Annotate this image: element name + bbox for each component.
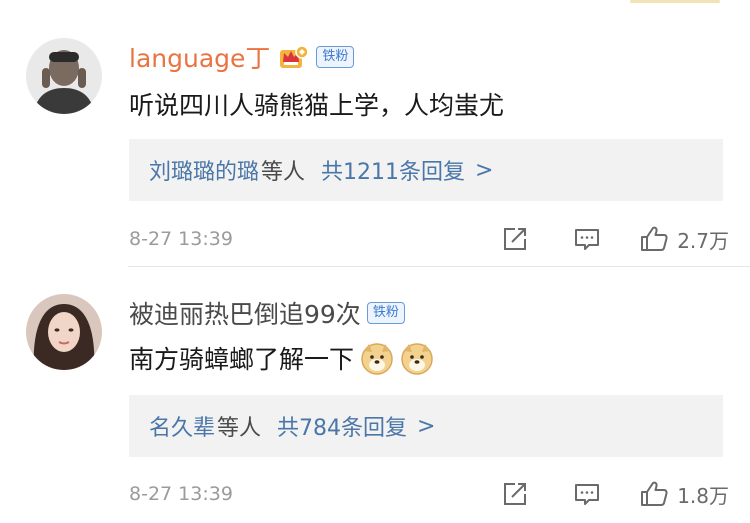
share-icon <box>504 228 527 250</box>
comment-actions: 2.7万 <box>501 219 729 259</box>
name-row: 被迪丽热巴倒追99次 铁粉 <box>129 296 405 330</box>
replies-summary[interactable]: 名久辈 等人 共784条回复 > <box>129 395 723 457</box>
replies-summary[interactable]: 刘璐璐的璐 等人 共1211条回复 > <box>129 139 723 201</box>
comment-footer: 8-27 13:39 <box>129 219 729 259</box>
comment-item: 被迪丽热巴倒追99次 铁粉 南方骑蟑螂了解一下 名久辈 等人 共784条回复 > <box>0 268 750 523</box>
chevron-right-icon: > <box>417 413 436 439</box>
avatar[interactable] <box>26 294 102 370</box>
thumbs-up-icon <box>641 481 668 506</box>
share-button[interactable] <box>501 481 529 507</box>
username[interactable]: 被迪丽热巴倒追99次 <box>129 295 361 331</box>
share-icon <box>504 483 527 505</box>
reply-others-label: 等人 <box>261 160 306 185</box>
username[interactable]: language丁 <box>129 39 270 75</box>
share-button[interactable] <box>501 226 529 252</box>
doge-emoji-icon <box>401 343 433 375</box>
comment-footer: 8-27 13:39 <box>129 474 729 514</box>
comment-text-content: 听说四川人骑熊猫上学，人均蚩尤 <box>129 91 505 120</box>
crown-icon <box>280 45 310 68</box>
reply-button[interactable] <box>573 481 601 507</box>
timestamp: 8-27 13:39 <box>129 228 233 250</box>
avatar[interactable] <box>26 38 102 114</box>
timestamp: 8-27 13:39 <box>129 483 233 505</box>
reply-others-label: 等人 <box>217 416 262 441</box>
like-button[interactable]: 2.7万 <box>639 225 729 254</box>
thumbs-up-icon <box>641 226 668 251</box>
chevron-right-icon: > <box>475 157 494 183</box>
reply-count[interactable]: 共1211条回复 <box>321 154 465 186</box>
comment-icon <box>575 484 600 505</box>
doge-emoji-icon <box>361 343 393 375</box>
like-button[interactable]: 1.8万 <box>639 480 729 509</box>
like-count: 1.8万 <box>677 483 729 508</box>
divider <box>128 266 750 267</box>
fan-badge: 铁粉 <box>366 302 405 324</box>
reply-names[interactable]: 名久辈 <box>149 410 215 442</box>
reply-names[interactable]: 刘璐璐的璐 <box>149 154 259 186</box>
comment-item: language丁 铁粉 听说四川人骑熊猫上学，人均蚩尤 刘璐璐的璐 等人 共1… <box>0 0 750 266</box>
comment-text: 南方骑蟑螂了解一下 <box>129 338 434 378</box>
comment-text: 听说四川人骑熊猫上学，人均蚩尤 <box>129 86 504 122</box>
reply-button[interactable] <box>573 226 601 252</box>
comment-icon <box>575 229 600 250</box>
like-count: 2.7万 <box>677 228 729 253</box>
fan-badge: 铁粉 <box>316 46 355 68</box>
reply-count[interactable]: 共784条回复 <box>277 410 407 442</box>
comment-actions: 1.8万 <box>501 474 729 514</box>
comment-text-content: 南方骑蟑螂了解一下 <box>129 345 355 374</box>
name-row: language丁 铁粉 <box>129 39 355 75</box>
